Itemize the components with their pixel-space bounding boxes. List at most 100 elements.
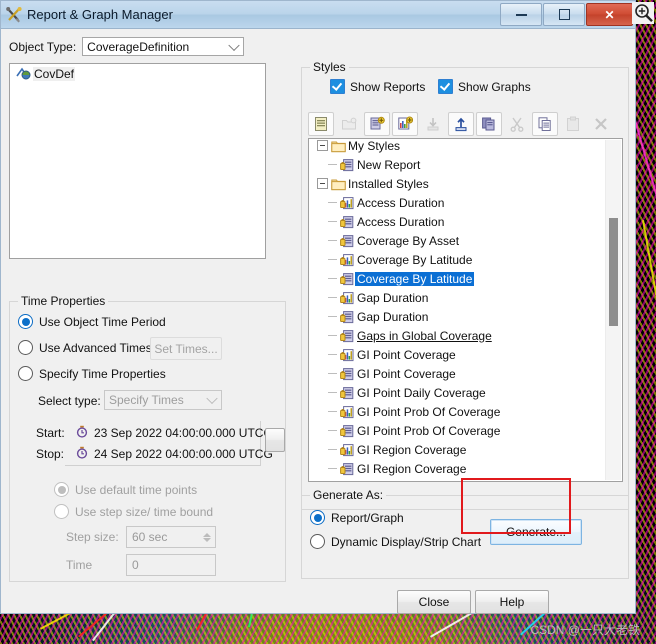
help-label: Help: [499, 595, 525, 609]
set-times-label: Set Times...: [154, 341, 218, 356]
checkbox-icon: [438, 79, 453, 94]
copy-button[interactable]: [532, 112, 558, 136]
tree-connector-icon: [328, 373, 337, 374]
maximize-button[interactable]: [543, 3, 585, 26]
close-dialog-button[interactable]: Close: [397, 590, 471, 614]
radio-report-graph[interactable]: Report/Graph: [310, 510, 404, 525]
expander-icon[interactable]: [317, 178, 328, 189]
step-size-label: Step size:: [66, 530, 119, 544]
styles-tree-rows: Access Duration My Styles New Report Instal…: [309, 139, 607, 478]
styles-tree-item[interactable]: GI Region Coverage: [309, 459, 607, 478]
duplicate-report-button[interactable]: [364, 112, 390, 136]
report-icon: [340, 424, 355, 438]
time-range-dropdown-button[interactable]: [265, 428, 285, 452]
export-button[interactable]: [448, 112, 474, 136]
magnifier-icon: [632, 2, 654, 24]
styles-tree-item[interactable]: My Styles: [309, 139, 607, 155]
report-icon: [340, 386, 355, 400]
styles-tree-item[interactable]: GI Point Coverage: [309, 345, 607, 364]
clock-icon-start: [76, 425, 88, 438]
styles-tree-item-label: GI Point Daily Coverage: [357, 385, 486, 400]
styles-tree-item[interactable]: Access Duration: [309, 193, 607, 212]
select-type-label: Select type:: [38, 394, 101, 408]
step-size-input[interactable]: 60 sec: [126, 526, 216, 548]
minimize-button[interactable]: [500, 3, 542, 26]
radio-use-advanced-times[interactable]: Use Advanced Times: [18, 340, 152, 355]
new-report-button[interactable]: [308, 112, 334, 136]
checkbox-show-reports[interactable]: Show Reports: [330, 79, 425, 94]
title-bar[interactable]: Report & Graph Manager ✕: [1, 1, 635, 29]
object-tree-item-covdef[interactable]: CovDef: [10, 64, 265, 81]
close-button[interactable]: ✕: [586, 3, 633, 26]
tree-connector-icon: [328, 278, 337, 279]
radio-dot: [18, 366, 33, 381]
radio-label: Use Object Time Period: [39, 314, 166, 329]
styles-tree-item[interactable]: New Report: [309, 155, 607, 174]
export-icon: [453, 116, 469, 132]
paste-button: [560, 112, 586, 136]
styles-tree-item-label: GI Point Coverage: [357, 366, 456, 381]
tools-icon: [5, 5, 25, 25]
checkbox-show-graphs[interactable]: Show Graphs: [438, 79, 531, 94]
spinner-icon[interactable]: [203, 532, 211, 542]
graph-icon: [340, 291, 355, 305]
copy-style-button[interactable]: [476, 112, 502, 136]
radio-dot: [310, 534, 325, 549]
styles-tree-item[interactable]: Gap Duration: [309, 288, 607, 307]
set-times-button[interactable]: Set Times...: [150, 337, 222, 360]
report-icon: [340, 215, 355, 229]
styles-tree-item[interactable]: GI Point Daily Coverage: [309, 383, 607, 402]
paste-icon: [565, 116, 581, 132]
object-type-value: CoverageDefinition: [87, 39, 190, 54]
styles-tree-scrollbar[interactable]: [605, 140, 621, 480]
styles-tree-item[interactable]: Gap Duration: [309, 307, 607, 326]
radio-label: Use Advanced Times: [39, 340, 152, 355]
radio-dynamic-display[interactable]: Dynamic Display/Strip Chart: [310, 534, 481, 549]
styles-tree-item-label: Gap Duration: [357, 290, 429, 305]
chevron-down-icon: [228, 39, 240, 51]
scrollbar-thumb[interactable]: [609, 218, 618, 326]
tree-connector-icon: [328, 392, 337, 393]
duplicate-graph-icon: [397, 116, 413, 132]
styles-tree-item[interactable]: Installed Styles: [309, 174, 607, 193]
styles-tree-item-label: Coverage By Latitude: [357, 252, 473, 267]
start-value[interactable]: 23 Sep 2022 04:00:00.000 UTCG: [94, 426, 273, 440]
chevron-down-icon: [206, 392, 218, 405]
radio-use-step-size[interactable]: Use step size/ time bound: [54, 504, 213, 519]
styles-group: Styles Show Reports Show Graphs My Style…: [301, 60, 629, 510]
styles-tree-item[interactable]: Access Duration: [309, 212, 607, 231]
help-button[interactable]: Help: [475, 590, 549, 614]
radio-use-object-time-period[interactable]: Use Object Time Period: [18, 314, 166, 329]
styles-tree-item[interactable]: GI Point Prob Of Coverage: [309, 421, 607, 440]
radio-specify-time-properties[interactable]: Specify Time Properties: [18, 366, 166, 381]
styles-tree-item[interactable]: Coverage By Asset: [309, 231, 607, 250]
tree-connector-icon: [328, 411, 337, 412]
time-input[interactable]: 0: [126, 554, 216, 576]
styles-tree-item[interactable]: GI Point Coverage: [309, 364, 607, 383]
copy-style-icon: [481, 116, 497, 132]
styles-tree-item-label: Installed Styles: [348, 176, 429, 191]
duplicate-graph-button[interactable]: [392, 112, 418, 136]
delete-button: [588, 112, 614, 136]
styles-tree-item-label: Coverage By Asset: [357, 233, 460, 248]
select-type-combo[interactable]: Specify Times: [104, 390, 222, 410]
new-folder-button: [336, 112, 362, 136]
object-tree[interactable]: CovDef: [9, 63, 266, 259]
graph-icon: [340, 405, 355, 419]
radio-use-default-time-points[interactable]: Use default time points: [54, 482, 197, 497]
styles-tree-item[interactable]: Gaps in Global Coverage: [309, 326, 607, 345]
styles-tree-item[interactable]: Coverage By Latitude: [309, 269, 607, 288]
styles-tree-item[interactable]: GI Region Coverage: [309, 440, 607, 459]
close-label: Close: [418, 595, 450, 609]
checkbox-label: Show Reports: [350, 79, 426, 94]
stop-value[interactable]: 24 Sep 2022 04:00:00.000 UTCG: [94, 447, 273, 461]
generate-button[interactable]: Generate...: [490, 519, 582, 545]
expander-icon[interactable]: [317, 140, 328, 151]
styles-tree-item[interactable]: Coverage By Latitude: [309, 250, 607, 269]
radio-label: Dynamic Display/Strip Chart: [331, 534, 482, 549]
styles-tree[interactable]: Access Duration My Styles New Report Instal…: [308, 138, 623, 482]
tree-connector-icon: [328, 259, 337, 260]
styles-tree-item[interactable]: GI Point Prob Of Coverage: [309, 402, 607, 421]
object-type-combo[interactable]: CoverageDefinition: [82, 37, 245, 56]
new-report-icon: [313, 116, 329, 132]
